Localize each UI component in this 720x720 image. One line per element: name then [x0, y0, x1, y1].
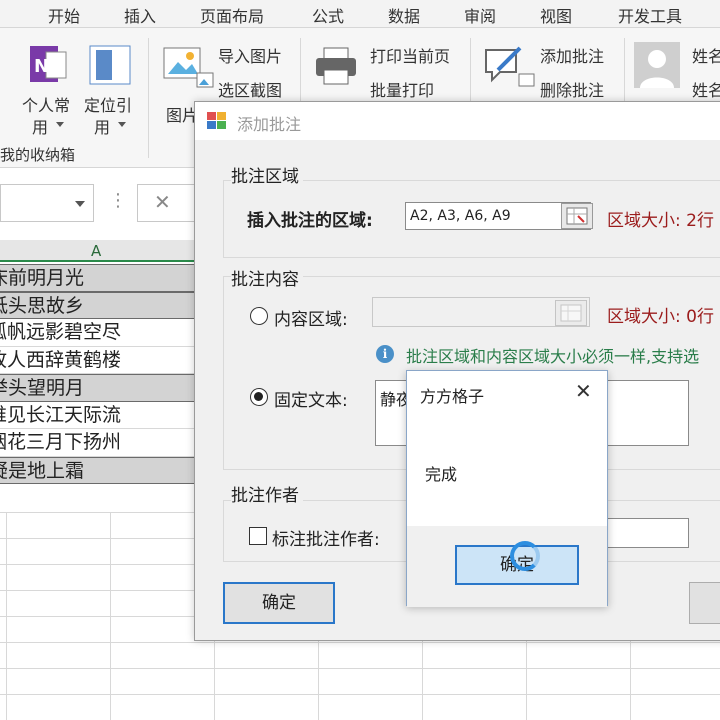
cancel-formula-button[interactable]: ✕: [154, 190, 171, 214]
message-body: 完成: [425, 465, 458, 484]
sheet-cell[interactable]: 低头思故乡: [0, 291, 196, 319]
tab-review[interactable]: 审阅: [464, 3, 496, 27]
sheet-cell[interactable]: 唯见长江天际流: [0, 402, 196, 429]
cancel-button[interactable]: [689, 582, 720, 624]
tab-home[interactable]: 开始: [48, 3, 80, 27]
author-name-input[interactable]: [603, 518, 689, 548]
delete-comment-button[interactable]: 删除批注: [540, 77, 604, 101]
name-option-1[interactable]: 姓名: [692, 43, 720, 67]
locate-reference-button[interactable]: 定位引 用: [82, 40, 144, 140]
content-region-radio[interactable]: [250, 307, 268, 325]
range-picker-icon: [566, 207, 588, 225]
info-icon: i: [376, 345, 394, 363]
content-range-picker-button: [555, 300, 587, 326]
tab-developer[interactable]: 开发工具: [618, 3, 682, 27]
onenote-icon: N: [30, 46, 67, 82]
app-icon: [207, 112, 226, 129]
tab-page-layout[interactable]: 页面布局: [200, 3, 264, 27]
size-hint-text: 批注区域和内容区域大小必须一样,支持选: [406, 347, 700, 366]
loading-cursor-icon: [510, 541, 540, 571]
print-current-page-button[interactable]: 打印当前页: [370, 43, 450, 67]
area-size-label: 区域大小: 2行: [607, 211, 714, 231]
dialog-title: 添加批注: [237, 115, 302, 134]
sheet-cell[interactable]: 床前明月光: [0, 264, 196, 292]
tab-formulas[interactable]: 公式: [312, 3, 344, 27]
add-comment-button[interactable]: 添加批注: [540, 43, 604, 67]
comment-author-group-label: 批注作者: [231, 481, 303, 506]
message-title: 方方格子: [420, 387, 485, 406]
message-footer: 确定: [407, 526, 607, 607]
person-icon: [634, 42, 680, 88]
sheet-cells: 床前明月光低头思故乡孤帆远影碧空尽故人西辞黄鹤楼举头望明月唯见长江天际流烟花三月…: [0, 264, 196, 484]
dialog-title-bar: 添加批注: [195, 102, 720, 140]
add-comment-icon: [518, 73, 535, 87]
name-box[interactable]: [0, 184, 94, 222]
printer-icon: [316, 47, 356, 85]
column-header-label: A: [91, 242, 102, 260]
content-region-label: 内容区域:: [274, 310, 348, 330]
import-image-button[interactable]: 导入图片: [218, 43, 282, 67]
region-screenshot-button[interactable]: 选区截图: [218, 77, 282, 101]
insert-area-label: 插入批注的区域:: [247, 211, 373, 231]
personal-common-button[interactable]: N 个人常 用: [18, 40, 80, 140]
formula-bar-grip-icon: ⋮: [109, 190, 127, 211]
mark-author-label: 标注批注作者:: [272, 530, 380, 550]
close-icon[interactable]: ✕: [575, 379, 592, 403]
sheet-cell[interactable]: 举头望明月: [0, 374, 196, 402]
fixed-text-radio[interactable]: [250, 388, 268, 406]
batch-print-button[interactable]: 批量打印: [370, 77, 434, 101]
range-picker-icon: [560, 304, 582, 322]
sheet-cell[interactable]: 孤帆远影碧空尽: [0, 319, 196, 347]
sheet-cell[interactable]: 烟花三月下扬州: [0, 429, 196, 457]
tab-insert[interactable]: 插入: [124, 3, 156, 27]
tab-data[interactable]: 数据: [388, 3, 420, 27]
name-option-2[interactable]: 姓名: [692, 77, 720, 101]
ribbon-tab-bar: 开始 插入 页面布局 公式 数据 审阅 视图 开发工具: [0, 0, 720, 28]
locate-panel-icon: [89, 45, 131, 85]
chevron-down-icon[interactable]: [75, 201, 85, 207]
sheet-cell[interactable]: 故人西辞黄鹤楼: [0, 347, 196, 374]
my-storage-group-label: 我的收纳箱: [0, 146, 76, 164]
column-header-a[interactable]: A: [0, 240, 196, 262]
import-image-icon: [196, 72, 214, 88]
personal-common-label-2: 用: [32, 118, 49, 137]
tab-view[interactable]: 视图: [540, 3, 572, 27]
chevron-down-icon: [56, 122, 64, 127]
chevron-down-icon: [118, 122, 126, 127]
comment-area-group-label: 批注区域: [231, 162, 303, 187]
personal-common-label: 个人常: [22, 96, 71, 115]
range-picker-button[interactable]: [561, 203, 593, 229]
completion-message-box: 方方格子 ✕ 完成 确定: [406, 370, 608, 607]
locate-reference-label-2: 用: [94, 118, 111, 137]
comment-content-group-label: 批注内容: [231, 265, 303, 290]
ribbon-divider: [148, 38, 149, 158]
locate-reference-label: 定位引: [84, 96, 133, 115]
content-size-label: 区域大小: 0行: [607, 307, 714, 327]
fixed-text-label: 固定文本:: [274, 391, 348, 411]
svg-text:N: N: [34, 56, 49, 77]
mark-author-checkbox[interactable]: [249, 527, 267, 545]
sheet-cell[interactable]: 疑是地上霜: [0, 456, 196, 484]
ok-button[interactable]: 确定: [223, 582, 335, 624]
